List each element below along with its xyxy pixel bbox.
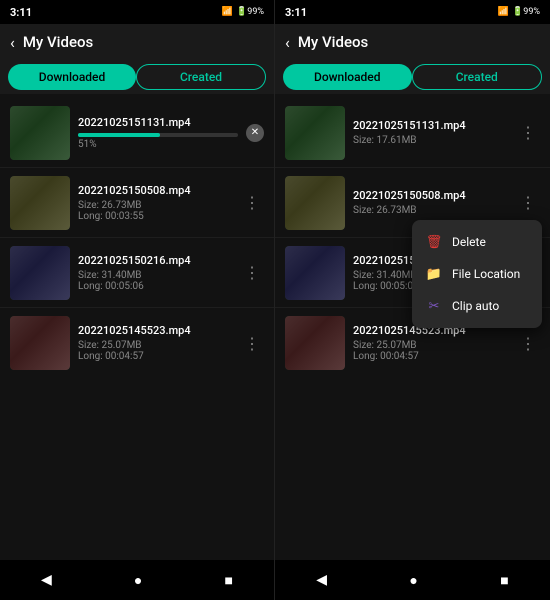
video-name: 20221025150216.mp4 [78,254,232,267]
left-back-button[interactable]: ‹ [10,33,15,52]
right-video-list: 20221025151131.mp4 Size: 17.61MB ⋮ 20221… [275,94,550,560]
left-tab-created[interactable]: Created [136,64,266,90]
left-status-bar: 3:11 📶 🔋99% [0,0,274,24]
right-tab-bar: Downloaded Created [275,60,550,94]
file-location-icon: 📁 [426,266,442,282]
video-thumbnail [10,106,70,160]
left-wifi-icon: 📶 [222,7,233,17]
video-duration: Long: 00:03:55 [78,211,232,222]
thumb-image [10,106,70,160]
video-thumbnail [285,316,345,370]
list-item[interactable]: 20221025151131.mp4 51% ✕ [0,98,274,168]
nav-recents-button[interactable]: ■ [500,572,508,589]
progress-text: 51% [78,139,238,150]
left-tab-bar: Downloaded Created [0,60,274,94]
file-location-label: File Location [452,267,520,281]
right-tab-downloaded[interactable]: Downloaded [283,64,412,90]
video-thumbnail [10,316,70,370]
video-size: Size: 26.73MB [78,200,232,211]
video-menu-button[interactable]: ⋮ [240,259,264,286]
nav-home-button[interactable]: ● [134,572,142,589]
thumb-image [285,176,345,230]
video-duration: Long: 00:05:06 [78,281,232,292]
video-menu-button[interactable]: ⋮ [516,189,540,216]
right-tab-created[interactable]: Created [412,64,543,90]
left-nav-bar: ◀ ● ■ [0,560,274,600]
video-size: Size: 17.61MB [353,135,508,146]
video-menu-button[interactable]: ⋮ [516,119,540,146]
video-size: Size: 25.07MB [353,340,508,351]
right-page-title: My Videos [298,33,368,51]
list-item[interactable]: 20221025151131.mp4 Size: 17.61MB ⋮ [275,98,550,168]
video-info: 20221025151131.mp4 Size: 17.61MB [345,119,516,146]
right-status-bar: 3:11 📶 🔋99% [275,0,550,24]
thumb-image [285,246,345,300]
video-thumbnail [10,246,70,300]
thumb-image [285,106,345,160]
video-thumbnail [285,176,345,230]
video-duration: Long: 00:04:57 [78,351,232,362]
right-back-button[interactable]: ‹ [285,33,290,52]
nav-back-button[interactable]: ◀ [316,572,327,588]
video-name: 20221025145523.mp4 [78,324,232,337]
list-item[interactable]: 20221025150508.mp4 Size: 26.73MB ⋮ 🗑 Del… [275,168,550,238]
video-info: 20221025151131.mp4 51% [70,116,246,150]
thumb-image [10,176,70,230]
clip-auto-label: Clip auto [452,299,499,313]
left-status-time: 3:11 [10,6,32,19]
thumb-image [10,246,70,300]
video-size: Size: 31.40MB [78,270,232,281]
progress-bar-fill [78,133,160,137]
context-menu-delete[interactable]: 🗑 Delete [412,226,542,258]
left-tab-downloaded[interactable]: Downloaded [8,64,136,90]
nav-home-button[interactable]: ● [409,572,417,589]
context-menu-file-location[interactable]: 📁 File Location [412,258,542,290]
delete-icon: 🗑 [426,234,442,250]
cancel-download-button[interactable]: ✕ [246,124,264,142]
video-size: Size: 26.73MB [353,205,508,216]
delete-label: Delete [452,235,486,249]
video-info: 20221025145523.mp4 Size: 25.07MB Long: 0… [345,324,516,362]
video-menu-button[interactable]: ⋮ [240,330,264,357]
video-menu-button[interactable]: ⋮ [516,330,540,357]
context-menu: 🗑 Delete 📁 File Location ✂ Clip auto [412,220,542,328]
video-info: 20221025145523.mp4 Size: 25.07MB Long: 0… [70,324,240,362]
nav-back-button[interactable]: ◀ [41,572,52,588]
video-thumbnail [285,246,345,300]
video-thumbnail [285,106,345,160]
video-name: 20221025151131.mp4 [78,116,238,129]
video-name: 20221025151131.mp4 [353,119,508,132]
thumb-image [10,316,70,370]
right-panel: 3:11 📶 🔋99% ‹ My Videos Downloaded Creat… [275,0,550,600]
right-battery-icon: 🔋99% [512,7,540,17]
list-item[interactable]: 20221025145523.mp4 Size: 25.07MB Long: 0… [0,308,274,378]
right-nav-bar: ◀ ● ■ [275,560,550,600]
clip-auto-icon: ✂ [426,298,442,314]
thumb-image [285,316,345,370]
video-name: 20221025150508.mp4 [353,189,508,202]
left-status-icons: 📶 🔋99% [222,7,264,17]
left-battery-icon: 🔋99% [236,7,264,17]
video-thumbnail [10,176,70,230]
video-menu-button[interactable]: ⋮ [240,189,264,216]
left-video-list: 20221025151131.mp4 51% ✕ 20221025150508.… [0,94,274,560]
video-info: 20221025150508.mp4 Size: 26.73MB Long: 0… [70,184,240,222]
right-status-time: 3:11 [285,6,307,19]
progress-bar-container [78,133,238,137]
nav-recents-button[interactable]: ■ [224,572,232,589]
right-header: ‹ My Videos [275,24,550,60]
left-header: ‹ My Videos [0,24,274,60]
context-menu-clip-auto[interactable]: ✂ Clip auto [412,290,542,322]
right-status-icons: 📶 🔋99% [498,7,540,17]
video-info: 20221025150216.mp4 Size: 31.40MB Long: 0… [70,254,240,292]
list-item[interactable]: 20221025150216.mp4 Size: 31.40MB Long: 0… [0,238,274,308]
left-page-title: My Videos [23,33,93,51]
right-wifi-icon: 📶 [498,7,509,17]
video-name: 20221025150508.mp4 [78,184,232,197]
video-info: 20221025150508.mp4 Size: 26.73MB [345,189,516,216]
list-item[interactable]: 20221025150508.mp4 Size: 26.73MB Long: 0… [0,168,274,238]
video-size: Size: 25.07MB [78,340,232,351]
left-panel: 3:11 📶 🔋99% ‹ My Videos Downloaded Creat… [0,0,275,600]
video-duration: Long: 00:04:57 [353,351,508,362]
